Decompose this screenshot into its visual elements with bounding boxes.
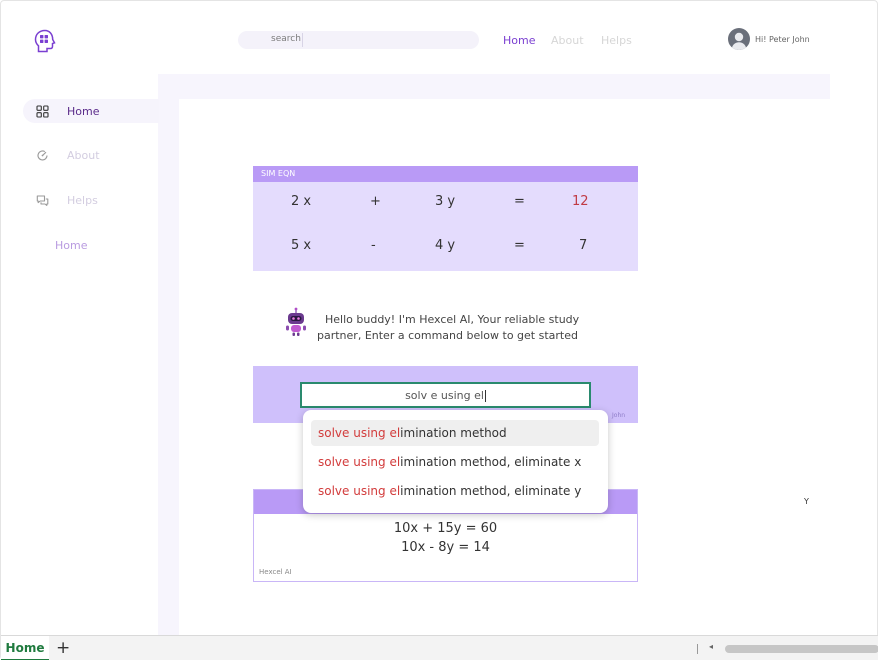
sidebar-item-about[interactable]: About xyxy=(23,143,159,167)
content-top-strip xyxy=(158,74,830,99)
command-input-value-wrap: solv e using el xyxy=(302,389,589,402)
nav-about-link[interactable]: About xyxy=(551,34,584,47)
suggestion-item[interactable]: solve using el imination method, eliminat… xyxy=(311,449,599,475)
suggestion-match: solve using el xyxy=(318,426,401,440)
eq2-equals: = xyxy=(514,238,525,253)
text-caret xyxy=(484,390,486,402)
grid-icon xyxy=(36,104,49,118)
suggestion-rest: imination method, eliminate x xyxy=(400,455,582,469)
user-greeting: Hi! Peter John xyxy=(755,35,810,44)
suggestion-match: solve using el xyxy=(318,455,401,469)
bot-greeting-line: Hello buddy! I'm Hexcel AI, Your reliabl… xyxy=(325,313,580,326)
suggestion-item[interactable]: solve using el imination method, eliminat… xyxy=(311,478,599,504)
eq1-operator: + xyxy=(370,194,381,209)
suggestion-item[interactable]: solve using el imination method xyxy=(311,420,599,446)
content-side-strip xyxy=(158,74,179,636)
sidebar-home-link[interactable]: Home xyxy=(55,239,87,252)
add-tab-button[interactable]: + xyxy=(56,638,70,658)
horizontal-scrollbar[interactable] xyxy=(725,645,878,653)
autocomplete-dropdown: solve using el imination method solve usi… xyxy=(303,410,608,513)
search-placeholder: search xyxy=(271,34,301,44)
app-window: search Home About Helps Hi! Peter John H… xyxy=(0,0,878,660)
chat-icon xyxy=(36,194,49,206)
bot-greeting-line: partner, Enter a command below to get st… xyxy=(317,329,578,342)
search-divider xyxy=(302,33,303,47)
scroll-left-arrow-icon[interactable]: ◂ xyxy=(709,642,713,651)
person-icon xyxy=(731,32,747,50)
eq1-y-term: 3 y xyxy=(435,194,456,209)
sheet-tab-bar: Home + ◂ xyxy=(1,635,878,660)
user-avatar[interactable] xyxy=(728,28,750,50)
sidebar-item-label: Helps xyxy=(67,193,98,207)
sidebar-item-helps[interactable]: Helps xyxy=(23,188,159,212)
stray-label: Y xyxy=(804,497,809,506)
search-input[interactable]: search xyxy=(238,31,479,49)
eq2-y-term: 4 y xyxy=(435,238,456,253)
tab-bar-divider xyxy=(697,644,698,654)
command-input[interactable]: solv e using el xyxy=(300,382,591,408)
robot-avatar-icon xyxy=(286,307,306,336)
gauge-icon xyxy=(37,149,48,161)
result-card-footer: Hexcel AI xyxy=(259,568,292,576)
eq2-operator: - xyxy=(371,238,376,253)
eq1-equals: = xyxy=(514,194,525,209)
equation-card-header: SIM EQN xyxy=(253,166,638,182)
nav-home-link[interactable]: Home xyxy=(503,34,535,47)
sidebar-item-home[interactable]: Home xyxy=(23,99,159,123)
eq1-constant: 12 xyxy=(572,194,589,209)
eq2-x-term: 5 x xyxy=(291,238,312,253)
result-line: 10x + 15y = 60 xyxy=(393,521,498,536)
eq1-x-term: 2 x xyxy=(291,194,312,209)
eq2-constant: 7 xyxy=(579,238,588,253)
equation-card-title: SIM EQN xyxy=(261,169,296,178)
user-tag: John xyxy=(612,412,626,419)
equation-card: SIM EQN 2 x + 3 y = 12 5 x - 4 y = 7 xyxy=(253,166,638,271)
suggestion-rest: imination method xyxy=(400,426,507,440)
sidebar-item-label: Home xyxy=(67,104,100,118)
suggestion-rest: imination method, eliminate y xyxy=(400,484,582,498)
suggestion-match: solve using el xyxy=(318,484,401,498)
tab-home[interactable]: Home xyxy=(1,636,49,660)
brain-logo-icon[interactable] xyxy=(34,29,56,53)
bot-greeting-message: Hello buddy! I'm Hexcel AI, Your reliabl… xyxy=(317,312,582,344)
result-line: 10x - 8y = 14 xyxy=(401,540,490,555)
command-input-value: solv e using el xyxy=(405,389,484,402)
sidebar-item-label: About xyxy=(67,148,100,162)
nav-helps-link[interactable]: Helps xyxy=(601,34,632,47)
